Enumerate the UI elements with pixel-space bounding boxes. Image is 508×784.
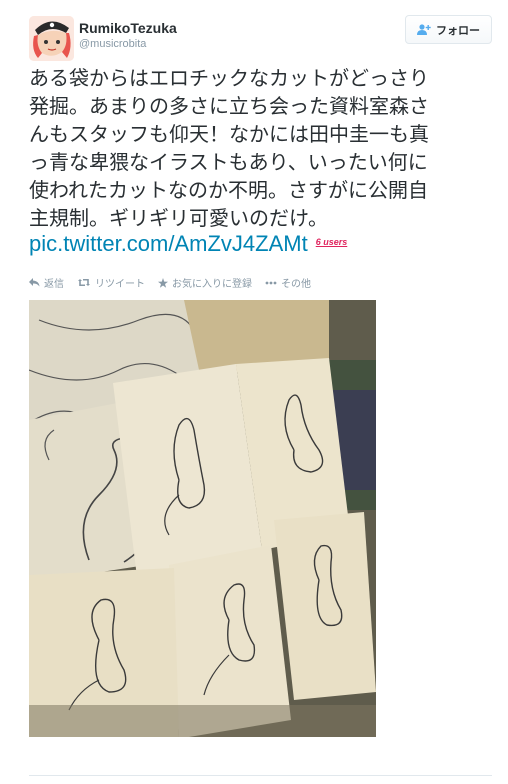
tweet-text-line: ある袋からはエロチックなカットがどっさり xyxy=(29,66,429,90)
tweet-text-line: 主規制。ギリギリ可愛いのだけ。 xyxy=(29,206,328,230)
tweet-text-line: 発掘。あまりの多さに立ち会った資料室森さ xyxy=(29,94,429,118)
ellipsis-icon xyxy=(265,281,277,285)
tweet-photo[interactable] xyxy=(29,300,376,737)
person-plus-icon xyxy=(417,24,431,35)
tweet-text: ある袋からはエロチックなカットがどっさり 発掘。あまりの多さに立ち会った資料室森… xyxy=(29,64,499,232)
tweet-text-line: っ青な卑猥なイラストもあり、いったい何に xyxy=(29,150,428,174)
avatar[interactable] xyxy=(29,16,74,61)
more-action[interactable]: その他 xyxy=(265,275,311,290)
user-handle[interactable]: @musicrobita xyxy=(79,38,146,50)
favorite-label: お気に入りに登録 xyxy=(172,279,252,290)
users-badge[interactable]: 6 users xyxy=(316,237,348,247)
divider xyxy=(29,775,492,776)
more-label: その他 xyxy=(281,279,311,290)
star-icon xyxy=(158,277,168,288)
retweet-label: リツイート xyxy=(95,279,145,290)
tweet-text-line: んもスタッフも仰天！なかには田中圭一も真 xyxy=(29,122,429,146)
reply-icon xyxy=(29,278,40,287)
tweet-link-row: pic.twitter.com/AmZvJ4ZAMt 6 users xyxy=(29,231,347,257)
tweet-actions: 返信 リツイート お気に入りに登録 その他 xyxy=(29,275,311,290)
avatar-image xyxy=(29,16,74,61)
tweet-text-line: 使われたカットなのか不明。さすがに公開自 xyxy=(29,178,428,202)
photo-illustration xyxy=(29,300,376,737)
retweet-action[interactable]: リツイート xyxy=(77,275,145,290)
retweet-icon xyxy=(77,278,91,287)
follow-button[interactable]: フォロー xyxy=(405,15,492,44)
follow-label: フォロー xyxy=(436,23,480,37)
reply-label: 返信 xyxy=(44,279,64,290)
reply-action[interactable]: 返信 xyxy=(29,275,64,290)
favorite-action[interactable]: お気に入りに登録 xyxy=(158,275,252,290)
pic-link[interactable]: pic.twitter.com/AmZvJ4ZAMt xyxy=(29,231,308,257)
display-name[interactable]: RumikoTezuka xyxy=(79,20,177,36)
